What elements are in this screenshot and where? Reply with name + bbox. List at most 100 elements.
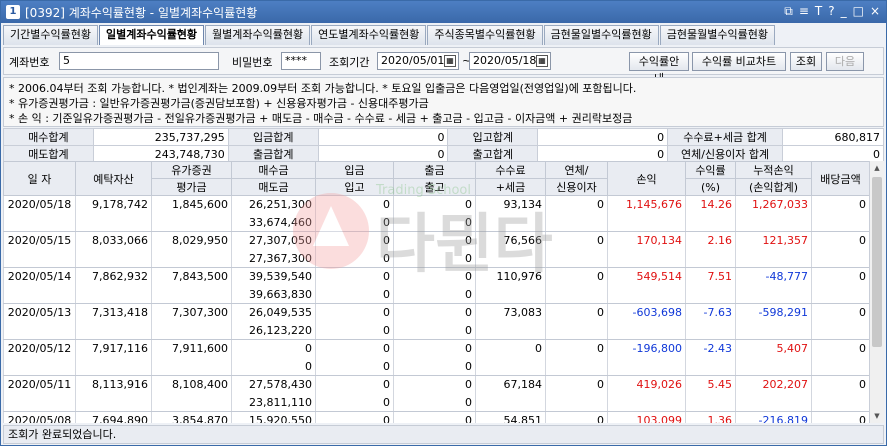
column-header[interactable]: 매수금 — [231, 161, 316, 179]
table-cell: -2.43 — [685, 339, 736, 358]
column-header[interactable]: 신용이자 — [545, 178, 608, 196]
return-compare-chart-button[interactable]: 수익률 비교차트 — [692, 52, 786, 71]
table-cell: 1,845,600 — [151, 195, 232, 214]
summary-label: 출금합계 — [227, 145, 319, 163]
table-row[interactable]: 2020/05/13 7,313,418 7,307,300 26,049,535 0 0… — [3, 303, 869, 322]
table-cell — [3, 213, 76, 232]
table-row[interactable]: 2020/05/14 7,862,932 7,843,500 39,539,540 0 0… — [3, 267, 869, 286]
table-row[interactable]: 2020/05/08 7,694,890 3,854,870 15,920,550 0 0… — [3, 411, 869, 423]
daily-return-grid[interactable]: 일 자 예탁자산 유가증권 매수금 입금 출금 수수료 연체/손익 수익률 누적손익 배당금액 평가금… — [3, 161, 869, 423]
table-cell: -196,800 — [607, 339, 686, 358]
table-cell — [685, 321, 736, 340]
table-cell: 0 — [545, 267, 608, 286]
search-button[interactable]: 조회 — [790, 52, 822, 71]
column-header[interactable]: 예탁자산 — [75, 161, 152, 196]
column-header[interactable]: 일 자 — [3, 161, 76, 196]
menu-icon[interactable]: ≡ — [799, 4, 809, 19]
column-header[interactable]: (손익합계) — [735, 178, 812, 196]
table-cell: 0 — [811, 267, 869, 286]
column-header[interactable]: 연체/ — [545, 161, 608, 179]
tab-monthly-account-return[interactable]: 월별계좌수익률현황 — [205, 25, 311, 45]
table-cell: 8,108,400 — [151, 375, 232, 394]
table-cell: 26,251,300 — [231, 195, 316, 214]
table-row[interactable]: 2020/05/15 8,033,066 8,029,950 27,307,050 0 0… — [3, 231, 869, 250]
column-header[interactable]: 유가증권 — [151, 161, 232, 179]
column-header[interactable]: 입금 — [315, 161, 394, 179]
column-header[interactable]: 누적손익 — [735, 161, 812, 179]
help-icon[interactable]: ? — [828, 4, 834, 19]
scroll-down-arrow-icon[interactable]: ▼ — [870, 409, 884, 423]
table-cell — [811, 393, 869, 412]
table-cell: 1.36 — [685, 411, 736, 423]
table-cell — [75, 285, 152, 304]
scrollbar-thumb[interactable] — [872, 177, 882, 347]
column-header[interactable]: 출고 — [393, 178, 476, 196]
close-icon[interactable]: × — [870, 4, 880, 19]
table-cell: 549,514 — [607, 267, 686, 286]
table-cell: 419,026 — [607, 375, 686, 394]
scroll-up-arrow-icon[interactable]: ▲ — [870, 161, 884, 175]
link-icon[interactable]: ⧉ — [784, 4, 793, 19]
date-to-field[interactable]: 2020/05/18 ▦ — [469, 52, 551, 70]
next-button[interactable]: 다음 — [826, 52, 864, 71]
table-cell: 0 — [545, 375, 608, 394]
column-header[interactable]: 손익 — [607, 161, 686, 196]
column-header[interactable]: 평가금 — [151, 178, 232, 196]
calendar-icon[interactable]: ▦ — [536, 55, 548, 67]
table-cell: 0 — [393, 249, 476, 268]
table-cell: 0 — [393, 375, 476, 394]
table-cell — [735, 213, 812, 232]
table-row[interactable]: 26,123,220 0 0 — [3, 321, 869, 340]
column-header[interactable]: 배당금액 — [811, 161, 869, 196]
password-field[interactable]: **** — [281, 52, 321, 70]
info-notes: * 2006.04부터 조회 가능합니다. * 법인계좌는 2009.09부터 … — [3, 77, 884, 127]
column-header[interactable]: (%) — [685, 178, 736, 196]
return-guide-button[interactable]: 수익률안내 — [629, 52, 689, 85]
table-cell: 1,267,033 — [735, 195, 812, 214]
tab-gold-monthly-return[interactable]: 금현물월별수익률현황 — [659, 25, 775, 45]
table-cell — [3, 249, 76, 268]
column-header[interactable]: 수익률 — [685, 161, 736, 179]
vertical-scrollbar[interactable]: ▲ ▼ — [869, 161, 884, 423]
table-row[interactable]: 2020/05/12 7,917,116 7,911,600 0 0 0 0 0 -196,80… — [3, 339, 869, 358]
table-cell — [475, 249, 546, 268]
table-row[interactable]: 23,811,110 0 0 — [3, 393, 869, 412]
table-row[interactable]: 27,367,300 0 0 — [3, 249, 869, 268]
table-cell — [475, 285, 546, 304]
query-toolbar: 계좌번호 5 비밀번호 **** 조회기간 2020/05/01 ▦ ~ 202… — [3, 47, 884, 85]
table-cell: 0 — [545, 303, 608, 322]
tab-daily-account-return[interactable]: 일별계좌수익률현황 — [98, 25, 205, 45]
table-row[interactable]: 2020/05/18 9,178,742 1,845,600 26,251,300 0 0… — [3, 195, 869, 214]
tab-yearly-account-return[interactable]: 연도별계좌수익률현황 — [311, 25, 427, 45]
column-header[interactable]: 입고 — [315, 178, 394, 196]
table-row[interactable]: 000 — [3, 357, 869, 376]
column-header[interactable]: 수수료 — [475, 161, 546, 179]
summary-value: 680,817 — [782, 128, 884, 146]
font-icon[interactable]: T — [815, 4, 822, 19]
calendar-icon[interactable]: ▦ — [444, 55, 456, 67]
table-cell — [735, 321, 812, 340]
table-cell: 2020/05/12 — [3, 339, 76, 358]
tab-stock-return[interactable]: 주식종목별수익률현황 — [427, 25, 543, 45]
column-header[interactable]: 출금 — [393, 161, 476, 179]
table-cell: 7,862,932 — [75, 267, 152, 286]
minimize-icon[interactable]: _ — [841, 4, 847, 19]
title-bar[interactable]: 1 [0392] 계좌수익률현황 - 일별계좌수익률현황 ⧉ ≡ T ? _ □… — [1, 1, 886, 23]
table-cell: 0 — [315, 375, 394, 394]
summary-label: 연체/신용이자 합계 — [667, 145, 784, 163]
table-row[interactable]: 33,674,460 0 0 — [3, 213, 869, 232]
column-header[interactable]: +세금 — [475, 178, 546, 196]
tab-period-return[interactable]: 기간별수익률현황 — [3, 25, 98, 45]
date-from-field[interactable]: 2020/05/01 ▦ — [377, 52, 459, 70]
table-cell: 33,674,460 — [231, 213, 316, 232]
maximize-icon[interactable]: □ — [853, 4, 864, 19]
column-header[interactable]: 매도금 — [231, 178, 316, 196]
table-cell: 2020/05/15 — [3, 231, 76, 250]
account-number-field[interactable]: 5 — [59, 52, 219, 70]
table-row[interactable]: 2020/05/11 8,113,916 8,108,400 27,578,430 0 0… — [3, 375, 869, 394]
table-row[interactable]: 39,663,830 0 0 — [3, 285, 869, 304]
tab-gold-daily-return[interactable]: 금현물일별수익률현황 — [543, 25, 659, 45]
table-cell: 0 — [315, 303, 394, 322]
table-cell: 0 — [315, 393, 394, 412]
info-line: * 손 익 : 기준일유가증권평가금 - 전일유가증권평가금 + 매도금 - 매… — [9, 112, 633, 125]
